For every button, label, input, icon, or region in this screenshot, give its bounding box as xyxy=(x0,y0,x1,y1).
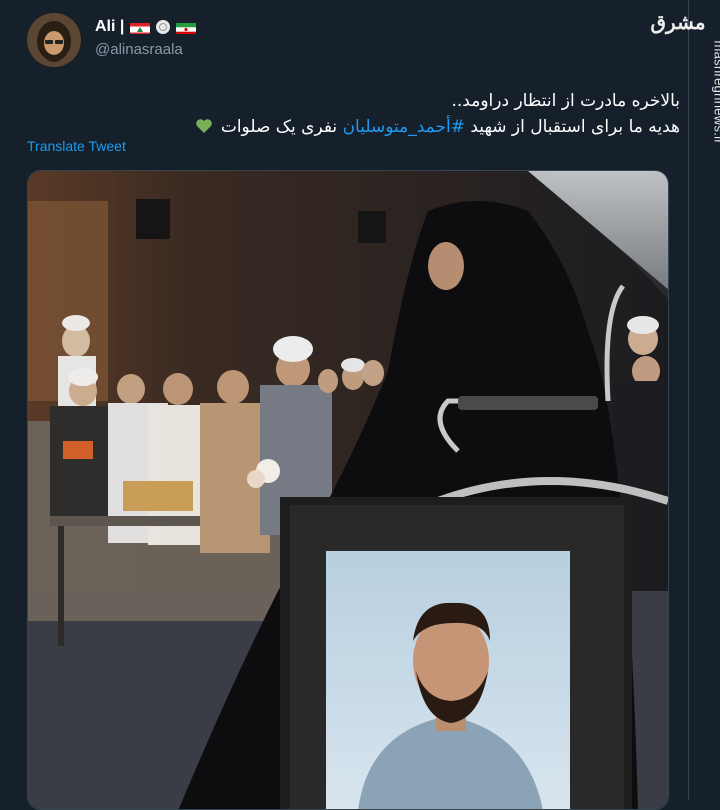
green-heart-icon xyxy=(195,116,213,132)
framed-portrait xyxy=(280,497,632,810)
tweet-photo[interactable] xyxy=(27,170,669,810)
tweet-text-line-2: هدیه ما برای استقبال از شهید #أحمد_متوسل… xyxy=(40,114,680,140)
avatar[interactable] xyxy=(27,13,81,67)
tweet-text-line-1: بالاخره مادرت از انتظار دراومد.. xyxy=(40,88,680,114)
watermark-url: mashreghnews.ir xyxy=(712,41,720,191)
translate-tweet-link[interactable]: Translate Tweet xyxy=(27,138,126,154)
hashtag-link[interactable]: #أحمد_متوسلیان xyxy=(343,117,465,137)
lebanon-flag-icon xyxy=(130,21,150,34)
iran-flag-icon xyxy=(176,21,196,34)
watermark: مشرق mashreghnews.ir xyxy=(692,4,718,164)
avatar-image xyxy=(27,13,81,67)
tweet-text-prefix: هدیه ما برای استقبال از شهید xyxy=(465,117,680,137)
shell-icon xyxy=(156,20,170,34)
tweet-text: بالاخره مادرت از انتظار دراومد.. هدیه ما… xyxy=(40,88,680,140)
tweet-photo-image xyxy=(28,171,669,810)
divider xyxy=(688,0,689,800)
watermark-logo: مشرق xyxy=(648,10,708,34)
author-name-row: Ali | xyxy=(95,18,196,36)
tweet-text-suffix: نفری یک صلوات xyxy=(221,117,343,137)
author-display-name[interactable]: Ali | xyxy=(95,18,124,36)
author-handle[interactable]: @alinasraala xyxy=(95,41,183,58)
